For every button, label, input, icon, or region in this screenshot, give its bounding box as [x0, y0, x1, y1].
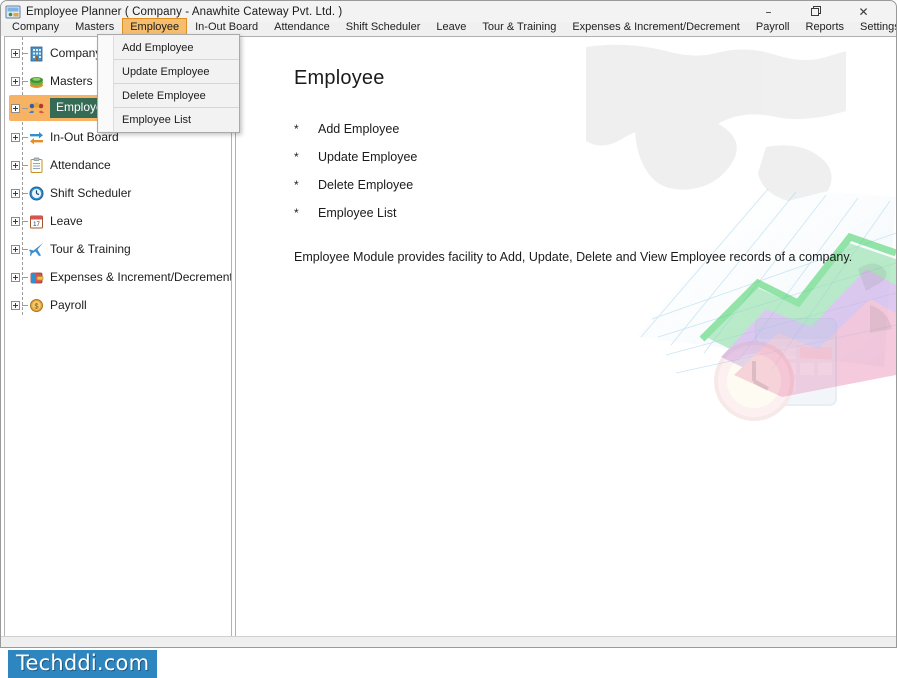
- application-window: Employee Planner ( Company - Anawhite Ca…: [0, 0, 897, 648]
- menu-item-in-out-board[interactable]: In-Out Board: [187, 18, 266, 36]
- menu-item-tour-training[interactable]: Tour & Training: [474, 18, 564, 36]
- sidebar-item-label: Masters: [50, 74, 93, 88]
- bullet-label: Update Employee: [318, 150, 418, 164]
- menu-option-employee-list[interactable]: Employee List: [98, 108, 239, 131]
- sidebar-item-label: Leave: [50, 214, 83, 228]
- module-description: Employee Module provides facility to Add…: [294, 250, 853, 264]
- bullet-label: Add Employee: [318, 122, 400, 136]
- sidebar-item-payroll[interactable]: $ Payroll: [11, 293, 87, 317]
- menu-option-update-employee[interactable]: Update Employee: [98, 60, 239, 83]
- menu-item-employee[interactable]: Employee: [122, 17, 188, 36]
- menu-item-masters[interactable]: Masters: [67, 18, 122, 36]
- building-icon: [28, 45, 45, 62]
- bullet-marker: *: [294, 150, 299, 164]
- menu-item-leave[interactable]: Leave: [428, 18, 474, 36]
- bullet-label: Employee List: [318, 206, 397, 220]
- expand-icon[interactable]: [11, 244, 20, 254]
- menu-option-delete-employee[interactable]: Delete Employee: [98, 84, 239, 107]
- menu-item-payroll[interactable]: Payroll: [748, 18, 798, 36]
- clipboard-icon: [28, 157, 45, 174]
- menu-item-attendance[interactable]: Attendance: [266, 18, 338, 36]
- sidebar-item-label: Shift Scheduler: [50, 186, 132, 200]
- menu-item-company[interactable]: Company: [4, 18, 67, 36]
- expand-icon[interactable]: [11, 300, 20, 310]
- watermark-badge: Techddi.com: [8, 650, 158, 678]
- bullet-label: Delete Employee: [318, 178, 414, 192]
- restore-icon: [811, 6, 821, 16]
- expand-icon[interactable]: [11, 272, 20, 282]
- expand-icon[interactable]: [11, 216, 20, 226]
- menu-option-add-employee[interactable]: Add Employee: [98, 36, 239, 59]
- coin-icon: $: [28, 297, 45, 314]
- close-icon: ✕: [858, 4, 869, 19]
- background-graphic: [586, 44, 896, 421]
- sidebar-item-shift-scheduler[interactable]: Shift Scheduler: [11, 181, 131, 205]
- menu-item-shift-scheduler[interactable]: Shift Scheduler: [338, 18, 429, 36]
- sidebar-item-masters[interactable]: Masters: [11, 69, 93, 93]
- sidebar-item-attendance[interactable]: Attendance: [11, 153, 111, 177]
- sidebar-item-label: Expenses & Increment/Decrement: [50, 270, 232, 284]
- expand-icon[interactable]: [11, 76, 20, 86]
- bullet-item-employee-list: * Employee List: [294, 206, 714, 234]
- sidebar-item-company[interactable]: Company: [11, 41, 101, 65]
- svg-text:17: 17: [33, 222, 40, 228]
- minimize-icon: –: [765, 4, 772, 19]
- wallet-icon: [28, 269, 45, 286]
- watermark-text: Techddi.com: [16, 651, 150, 675]
- menu-item-settings[interactable]: Settings: [852, 18, 896, 36]
- airplane-icon: [28, 241, 45, 258]
- bullet-marker: *: [294, 206, 299, 220]
- bullet-item-delete-employee: * Delete Employee: [294, 178, 714, 206]
- status-bar: [1, 636, 896, 647]
- employee-dropdown-menu: Add Employee Update Employee Delete Empl…: [97, 34, 240, 133]
- inout-arrows-icon: [28, 129, 45, 146]
- bullet-marker: *: [294, 178, 299, 192]
- calendar-icon: 17: [28, 213, 45, 230]
- expand-icon[interactable]: [11, 188, 20, 198]
- sidebar-item-tour-training[interactable]: Tour & Training: [11, 237, 131, 261]
- expand-icon[interactable]: [11, 48, 20, 58]
- expand-icon[interactable]: [11, 160, 20, 170]
- menu-bar: Company Masters Employee In-Out Board At…: [1, 17, 896, 36]
- expand-icon[interactable]: [11, 132, 20, 142]
- bullet-marker: *: [294, 122, 299, 136]
- expand-icon[interactable]: [11, 103, 20, 113]
- menu-item-reports[interactable]: Reports: [798, 18, 853, 36]
- bullet-item-add-employee: * Add Employee: [294, 122, 714, 150]
- sidebar-item-expenses[interactable]: Expenses & Increment/Decrement: [11, 265, 232, 289]
- sidebar-item-label: Payroll: [50, 298, 87, 312]
- content-panel: Employee * Add Employee * Update Employe…: [235, 36, 896, 645]
- page-title: Employee: [294, 67, 385, 89]
- window-title: Employee Planner ( Company - Anawhite Ca…: [26, 5, 343, 18]
- clock-icon: [28, 185, 45, 202]
- feature-bullet-list: * Add Employee * Update Employee * Delet…: [294, 122, 714, 234]
- sidebar-item-leave[interactable]: 17 Leave: [11, 209, 83, 233]
- bullet-item-update-employee: * Update Employee: [294, 150, 714, 178]
- sidebar-item-label: Company: [50, 46, 102, 60]
- sidebar-item-label: Tour & Training: [50, 242, 131, 256]
- menu-item-expenses[interactable]: Expenses & Increment/Decrement: [564, 18, 748, 36]
- people-icon: [28, 100, 45, 117]
- books-icon: [28, 73, 45, 90]
- sidebar-item-label: Attendance: [50, 158, 111, 172]
